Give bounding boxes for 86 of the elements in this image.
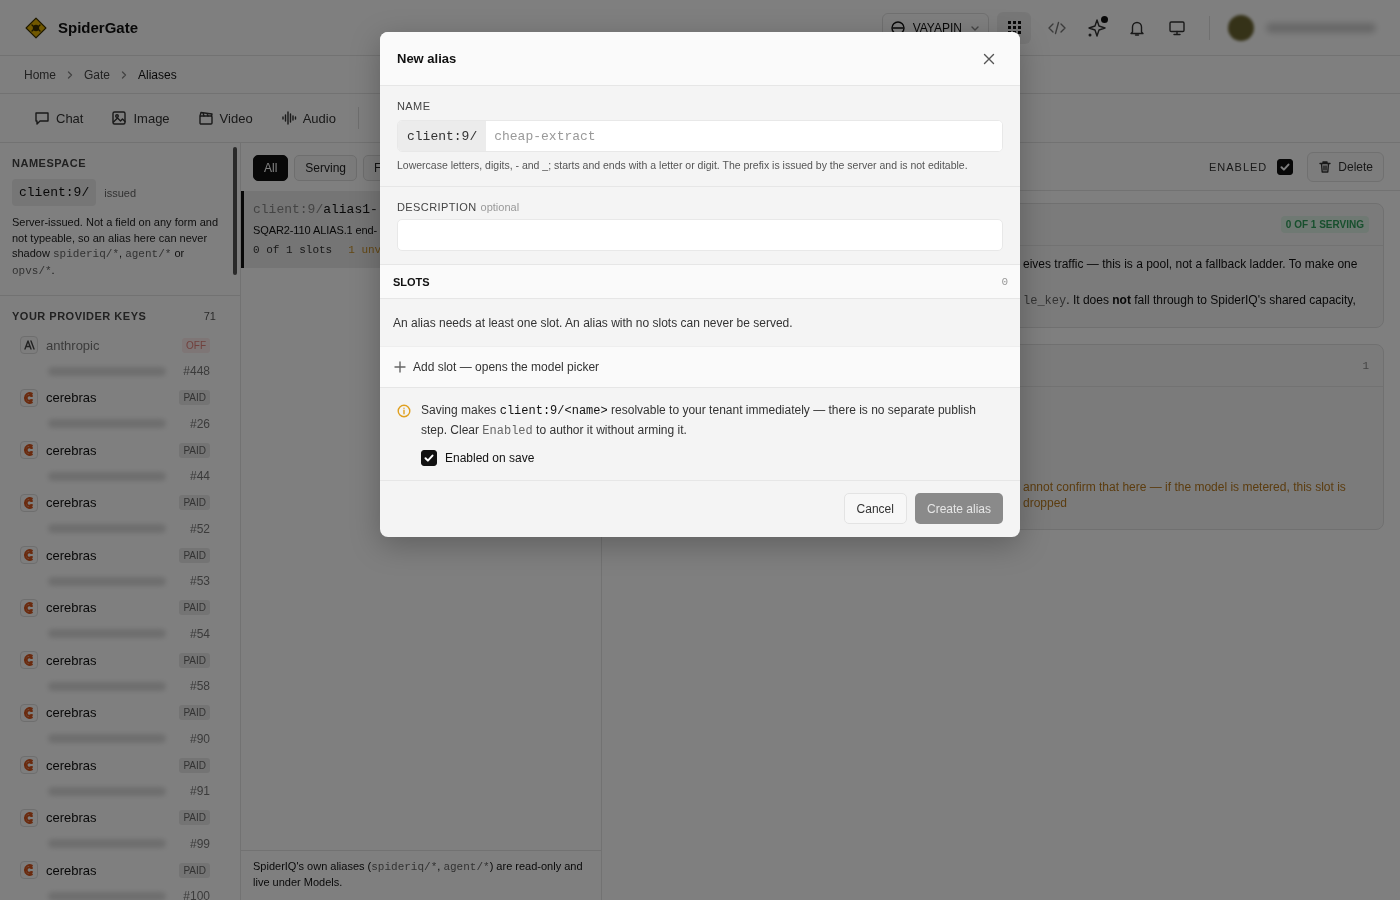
field-hint: Lowercase letters, digits, - and _; starts and ends with a letter or digit. The prefix is issued by the server and is not editable. (397, 158, 969, 173)
status-badge: PAID (179, 652, 210, 668)
provider-name[interactable]: cerebras (46, 862, 172, 878)
cancel-button[interactable]: Cancel (843, 493, 907, 524)
status-badge: PAID (179, 705, 210, 720)
namespace-note: Server-issued. Not a field on any form and not typeable, so an alias here can never shadow spideriq/*, agent/* or opvs/*. (12, 215, 220, 279)
card-text: le_key. It does not fall through to SpiderIQ's shared capacity, (1023, 292, 1357, 309)
sparkle-icon[interactable] (1086, 16, 1108, 39)
status-badge: PAID (179, 547, 210, 563)
key-number: #90 (189, 731, 210, 746)
trash-icon (1318, 159, 1333, 174)
field-label: NAME (397, 100, 432, 112)
key-number: #58 (189, 679, 210, 693)
key-number: #448 (183, 364, 210, 378)
key-number: #26 (189, 416, 210, 431)
key-number: #52 (189, 521, 210, 536)
status-badge: PAID (179, 495, 210, 510)
dialog-title: New alias (397, 51, 457, 66)
breadcrumb-link[interactable]: Gate (84, 67, 111, 82)
card-text: eives traffic — this is a pool, not a fallback ladder. To make one (1023, 256, 1359, 272)
footer-note: SpiderIQ's own aliases (spideriq/*, agent/*) are read-only and live under Models. (241, 850, 601, 900)
app-name: SpiderGate (58, 19, 139, 36)
checkbox-label: Enabled on save (445, 451, 535, 465)
chevron-right-icon (66, 69, 74, 80)
provider-name[interactable]: cerebras (46, 652, 172, 668)
breadcrumb-current: Aliases (138, 67, 177, 82)
status-badge: PAID (179, 600, 210, 615)
key-number: #100 (183, 889, 210, 900)
warning-label: 1 unv (348, 244, 382, 256)
mode-tab[interactable]: Image (101, 104, 180, 132)
status-badge: PAID (179, 862, 210, 878)
delete-button[interactable]: Delete (1307, 151, 1384, 182)
chevron-right-icon (120, 69, 129, 80)
key-number: #91 (189, 784, 210, 798)
field-label: DESCRIPTION optional (397, 201, 521, 213)
card-text: annot confirm that here — if the model is metered, this slot is dropped (1023, 479, 1347, 511)
mode-tab[interactable]: Video (187, 104, 263, 132)
workspace-icon (890, 20, 905, 35)
info-icon (397, 404, 411, 418)
status-label: issued (104, 186, 136, 199)
waveform-icon (280, 110, 297, 126)
provider-name[interactable]: cerebras (46, 757, 172, 773)
empty-message: An alias needs at least one slot. An alias with no slots can never be served. (392, 315, 794, 332)
namespace-prefix: client:9/ (12, 179, 97, 206)
avatar[interactable] (1228, 14, 1254, 41)
provider-name[interactable]: cerebras (46, 810, 172, 825)
section-label: NAMESPACE (12, 157, 87, 169)
checkbox[interactable] (421, 450, 437, 466)
breadcrumb-link[interactable]: Home (24, 67, 56, 82)
image-icon (111, 110, 128, 126)
key-number: #99 (189, 836, 210, 851)
filter-chip[interactable]: All (253, 155, 289, 181)
enabled-label: ENABLED (1208, 160, 1268, 173)
filter-chip[interactable]: Serving (294, 155, 358, 181)
key-number: #54 (189, 626, 210, 641)
section-label: SLOTS (393, 275, 430, 288)
mode-tab[interactable]: Chat (24, 104, 94, 132)
status-badge: PAID (179, 810, 210, 825)
notice-text: Saving makes client:9/<name> resolvable to your tenant immediately — there is no separate publish step. Clear Enabled to author it without arming it. (421, 402, 977, 440)
status-badge: PAID (179, 442, 210, 458)
checkbox[interactable] (1277, 158, 1294, 175)
status-badge: PAID (179, 757, 210, 773)
provider-name[interactable]: cerebras (46, 547, 172, 563)
provider-name[interactable]: cerebras (46, 705, 172, 720)
close-icon (982, 51, 996, 66)
provider-name[interactable]: cerebras (46, 390, 172, 405)
key-count: 71 (203, 310, 216, 322)
mode-tab[interactable]: Audio (270, 104, 346, 132)
key-number: #53 (189, 574, 210, 588)
provider-name[interactable]: cerebras (46, 442, 172, 458)
status-badge: OFF (182, 337, 210, 353)
serving-badge: 0 OF 1 SERVING (1280, 216, 1369, 233)
speech-bubble-icon (34, 110, 50, 126)
status-badge: PAID (179, 390, 210, 405)
monitor-icon[interactable] (1168, 18, 1186, 37)
name-field[interactable]: client:9/ cheap-extract (397, 120, 1003, 152)
clapper-icon (197, 110, 214, 126)
plus-icon (394, 361, 406, 373)
alias-description: SQAR2-110 ALIAS.1 end- (253, 224, 379, 236)
section-label: YOUR PROVIDER KEYS (12, 310, 147, 322)
slot-count: 0 of 1 slots (253, 244, 333, 256)
slot-count: 0 (1001, 275, 1008, 288)
provider-name[interactable]: cerebras (46, 495, 172, 510)
add-slot-button[interactable]: Add slot — opens the model picker (380, 346, 1020, 388)
key-number: #44 (189, 469, 210, 483)
provider-name[interactable]: cerebras (46, 600, 172, 615)
